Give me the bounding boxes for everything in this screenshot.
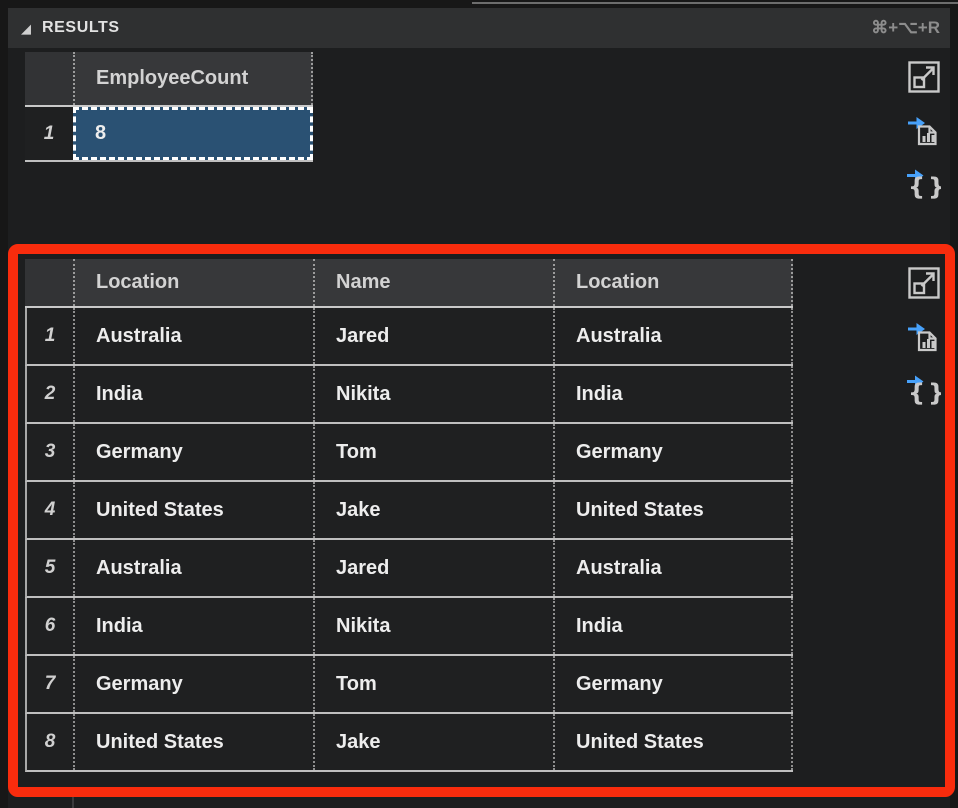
- table-cell[interactable]: United States: [73, 482, 313, 538]
- save-as-csv-button[interactable]: [907, 113, 941, 147]
- row-number[interactable]: 1: [27, 308, 73, 364]
- results-panel-header[interactable]: ◢ RESULTS ⌘+⌥+R: [8, 8, 950, 48]
- table-cell[interactable]: Germany: [553, 656, 793, 712]
- table-row: 4 United States Jake United States: [25, 482, 793, 540]
- save-json-icon: { }: [907, 372, 941, 406]
- table-cell[interactable]: India: [73, 366, 313, 422]
- column-header-employeecount[interactable]: EmployeeCount: [73, 52, 313, 105]
- table-row: 8 United States Jake United States: [25, 714, 793, 772]
- maximize-button[interactable]: [907, 60, 941, 94]
- maximize-button[interactable]: [907, 266, 941, 300]
- table-cell[interactable]: Jake: [313, 714, 553, 770]
- row-number[interactable]: 1: [25, 107, 73, 160]
- table-cell[interactable]: Tom: [313, 656, 553, 712]
- result-grid-join: Location Name Location 1 Australia Jared…: [25, 259, 793, 772]
- collapse-triangle-icon[interactable]: ◢: [21, 22, 31, 35]
- grid-gutter-line: [72, 797, 74, 808]
- table-row: 2 India Nikita India: [25, 366, 793, 424]
- table-row: 1 Australia Jared Australia: [25, 308, 793, 366]
- table-row: 7 Germany Tom Germany: [25, 656, 793, 714]
- grid-header-row: EmployeeCount: [25, 52, 313, 107]
- column-header-location-1[interactable]: Location: [73, 259, 313, 306]
- table-cell[interactable]: Australia: [553, 540, 793, 596]
- table-cell[interactable]: Australia: [73, 308, 313, 364]
- panel-top-sash: [472, 2, 958, 4]
- save-json-icon: { }: [907, 166, 941, 200]
- table-cell[interactable]: Germany: [73, 656, 313, 712]
- table-cell[interactable]: India: [553, 598, 793, 654]
- table-cell[interactable]: Nikita: [313, 598, 553, 654]
- svg-text:}: }: [928, 379, 941, 406]
- table-cell[interactable]: Jake: [313, 482, 553, 538]
- table-cell[interactable]: Jared: [313, 308, 553, 364]
- selected-cell[interactable]: 8: [73, 107, 313, 160]
- maximize-icon: [907, 60, 941, 94]
- save-as-json-button[interactable]: { }: [907, 372, 941, 406]
- grid1-action-bar: { }: [907, 60, 941, 200]
- table-cell[interactable]: United States: [553, 482, 793, 538]
- column-header-name[interactable]: Name: [313, 259, 553, 306]
- grid-header-row: Location Name Location: [25, 259, 793, 308]
- keyboard-shortcut-label: ⌘+⌥+R: [871, 18, 940, 38]
- svg-text:{: {: [908, 379, 925, 406]
- svg-text:{: {: [908, 173, 925, 200]
- column-header-location-2[interactable]: Location: [553, 259, 793, 306]
- table-cell[interactable]: Australia: [73, 540, 313, 596]
- row-number[interactable]: 6: [27, 598, 73, 654]
- grid-corner-cell[interactable]: [25, 259, 73, 306]
- row-number[interactable]: 5: [27, 540, 73, 596]
- row-number[interactable]: 7: [27, 656, 73, 712]
- row-number[interactable]: 4: [27, 482, 73, 538]
- table-cell[interactable]: United States: [73, 714, 313, 770]
- table-cell[interactable]: Nikita: [313, 366, 553, 422]
- save-csv-icon: [907, 113, 941, 147]
- table-cell[interactable]: Germany: [73, 424, 313, 480]
- panel-title: RESULTS: [42, 19, 120, 37]
- save-as-csv-button[interactable]: [907, 319, 941, 353]
- maximize-icon: [907, 266, 941, 300]
- grid-corner-cell[interactable]: [25, 52, 73, 105]
- table-row: 1 8: [25, 107, 313, 162]
- grid2-action-bar: { }: [907, 266, 941, 406]
- table-cell[interactable]: India: [73, 598, 313, 654]
- table-row: 3 Germany Tom Germany: [25, 424, 793, 482]
- table-cell[interactable]: Jared: [313, 540, 553, 596]
- table-cell[interactable]: Tom: [313, 424, 553, 480]
- table-row: 5 Australia Jared Australia: [25, 540, 793, 598]
- table-row: 6 India Nikita India: [25, 598, 793, 656]
- table-cell[interactable]: Germany: [553, 424, 793, 480]
- table-cell[interactable]: Australia: [553, 308, 793, 364]
- row-number[interactable]: 3: [27, 424, 73, 480]
- result-grid-employeecount: EmployeeCount 1 8: [25, 52, 313, 162]
- save-as-json-button[interactable]: { }: [907, 166, 941, 200]
- row-number[interactable]: 2: [27, 366, 73, 422]
- table-cell[interactable]: India: [553, 366, 793, 422]
- save-csv-icon: [907, 319, 941, 353]
- table-cell[interactable]: United States: [553, 714, 793, 770]
- row-number[interactable]: 8: [27, 714, 73, 770]
- svg-text:}: }: [928, 173, 941, 200]
